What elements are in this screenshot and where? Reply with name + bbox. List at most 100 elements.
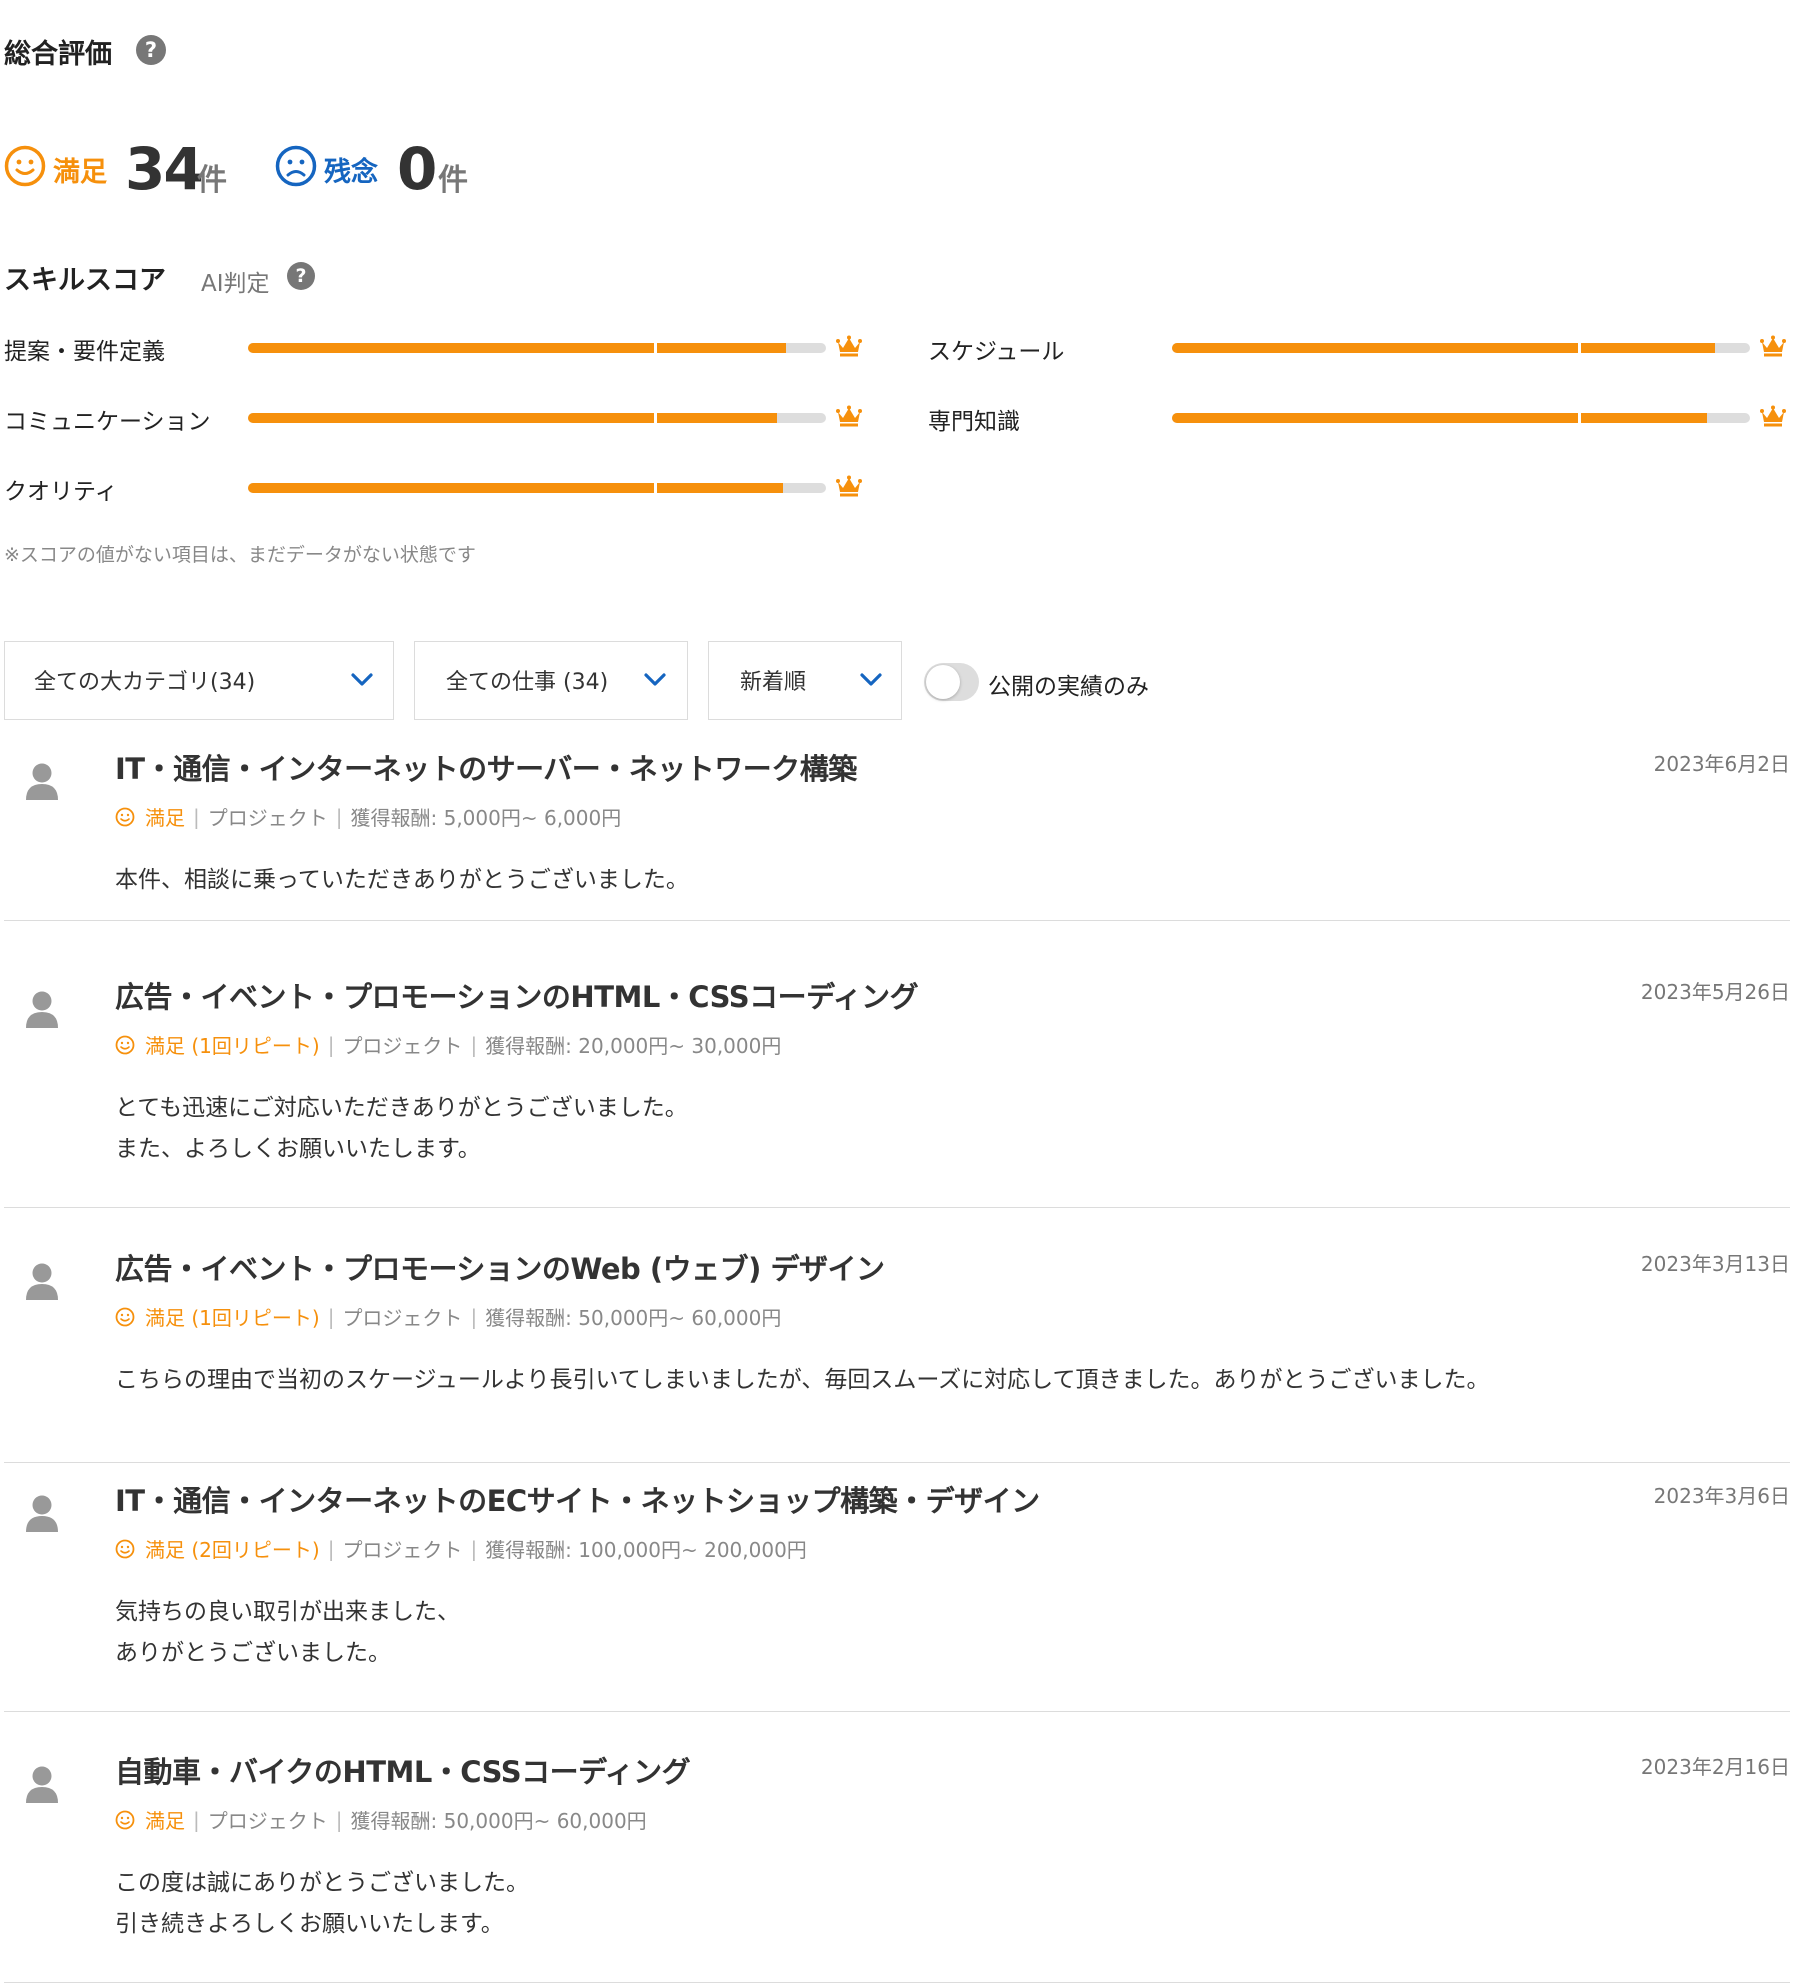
skill-score-marker xyxy=(654,481,657,495)
review-item: IT・通信・インターネットのECサイト・ネットショップ構築・デザイン 2023年3… xyxy=(4,1472,1790,1712)
crown-icon xyxy=(1760,405,1786,427)
overall-help-icon[interactable]: ? xyxy=(136,35,166,65)
separator: | xyxy=(327,1536,335,1561)
satisfied-unit: 件 xyxy=(197,163,227,198)
review-meta: 満足 (1回リピート) | プロジェクト | 獲得報酬: 20,000円~ 30,000… xyxy=(115,1030,781,1059)
review-divider xyxy=(4,1982,1790,1983)
separator: | xyxy=(470,1032,478,1057)
smile-icon xyxy=(115,1539,135,1558)
review-comment-line: 本件、相談に乗っていただきありがとうございました。 xyxy=(115,867,689,893)
review-comment: とても迅速にご対応いただきありがとうございました。 また、よろしくお願いいたします… xyxy=(115,1088,688,1170)
smile-icon xyxy=(4,145,46,187)
disappointed-label: 残念 xyxy=(324,157,378,188)
skill-note: ※スコアの値がない項目は、まだデータがない状態です xyxy=(4,544,476,566)
satisfied-label: 満足 xyxy=(53,157,107,188)
user-avatar-icon xyxy=(26,1495,58,1532)
review-reward: 獲得報酬: 50,000円~ 60,000円 xyxy=(350,1809,647,1833)
skill-help-icon[interactable]: ? xyxy=(287,262,315,290)
chevron-down-icon xyxy=(644,673,666,686)
skill-score-bar xyxy=(248,343,826,353)
review-item: 広告・イベント・プロモーションのHTML・CSSコーディング 2023年5月26日… xyxy=(4,968,1790,1208)
review-comment-line: この度は誠にありがとうございました。 xyxy=(115,1870,529,1896)
review-type: プロジェクト xyxy=(207,806,328,830)
review-rating: 満足 (2回リピート) xyxy=(145,1538,320,1562)
review-comment-line: こちらの理由で当初のスケージュールより長引いてしまいましたが、毎回スムーズに対応… xyxy=(115,1367,1490,1393)
review-divider xyxy=(4,1711,1790,1712)
review-rating: 満足 (1回リピート) xyxy=(145,1034,320,1058)
review-title[interactable]: 広告・イベント・プロモーションのWeb (ウェブ) デザイン xyxy=(115,1246,885,1288)
crown-icon xyxy=(836,335,862,357)
review-comment-line: とても迅速にご対応いただきありがとうございました。 xyxy=(115,1095,688,1121)
review-type: プロジェクト xyxy=(342,1538,463,1562)
review-date: 2023年2月16日 xyxy=(1640,1755,1790,1779)
review-item: 広告・イベント・プロモーションのWeb (ウェブ) デザイン 2023年3月13日… xyxy=(4,1240,1790,1463)
public-only-label: 公開の実績のみ xyxy=(988,674,1149,700)
crown-icon xyxy=(1760,335,1786,357)
review-divider xyxy=(4,1462,1790,1463)
review-comment-line: ありがとうございました。 xyxy=(115,1640,391,1666)
review-title[interactable]: IT・通信・インターネットのECサイト・ネットショップ構築・デザイン xyxy=(115,1478,1040,1520)
review-date: 2023年6月2日 xyxy=(1653,752,1790,776)
user-avatar-icon xyxy=(26,763,58,800)
sad-icon xyxy=(275,145,317,187)
skill-label: 提案・要件定義 xyxy=(4,339,165,365)
review-comment-line: 引き続きよろしくお願いいたします。 xyxy=(115,1911,504,1937)
review-date: 2023年3月6日 xyxy=(1653,1484,1790,1508)
review-reward: 獲得報酬: 100,000円~ 200,000円 xyxy=(485,1538,807,1562)
review-title[interactable]: 自動車・バイクのHTML・CSSコーディング xyxy=(115,1749,691,1791)
separator: | xyxy=(327,1032,335,1057)
skill-score-marker xyxy=(1578,341,1581,355)
review-comment-line: 気持ちの良い取引が出来ました、 xyxy=(115,1599,460,1625)
smile-icon xyxy=(115,807,135,826)
review-divider xyxy=(4,920,1790,921)
skill-score-bar xyxy=(248,413,826,423)
skill-label: 専門知識 xyxy=(928,409,1020,435)
overall-title: 総合評価 xyxy=(4,39,112,70)
crown-icon xyxy=(836,475,862,497)
skill-score-fill xyxy=(248,483,783,493)
user-avatar-icon xyxy=(26,1263,58,1300)
smile-icon xyxy=(115,1035,135,1054)
review-title[interactable]: 広告・イベント・プロモーションのHTML・CSSコーディング xyxy=(115,974,919,1016)
separator: | xyxy=(470,1536,478,1561)
public-only-toggle[interactable] xyxy=(924,663,979,701)
crown-icon xyxy=(836,405,862,427)
review-comment: こちらの理由で当初のスケージュールより長引いてしまいましたが、毎回スムーズに対応… xyxy=(115,1360,1489,1401)
category-select[interactable]: 全ての大カテゴリ(34) xyxy=(4,641,394,720)
user-avatar-icon xyxy=(26,991,58,1028)
review-item: 自動車・バイクのHTML・CSSコーディング 2023年2月16日 満足 | プロジェク… xyxy=(4,1743,1790,1983)
smile-icon xyxy=(115,1810,135,1829)
category-select-label: 全ての大カテゴリ(34) xyxy=(34,670,256,695)
review-type: プロジェクト xyxy=(342,1306,463,1330)
separator: | xyxy=(335,804,343,829)
skill-score-marker xyxy=(1578,411,1581,425)
separator: | xyxy=(327,1304,335,1329)
review-meta: 満足 | プロジェクト | 獲得報酬: 50,000円~ 60,000円 xyxy=(115,1805,647,1834)
review-type: プロジェクト xyxy=(342,1034,463,1058)
skill-label: スケジュール xyxy=(928,339,1065,365)
skill-score-marker xyxy=(654,341,657,355)
separator: | xyxy=(193,804,200,829)
chevron-down-icon xyxy=(351,673,373,686)
smile-icon xyxy=(115,1307,135,1326)
jobs-select[interactable]: 全ての仕事 (34) xyxy=(414,641,688,720)
review-divider xyxy=(4,1207,1790,1208)
skill-score-marker xyxy=(654,411,657,425)
skill-score-fill xyxy=(1172,343,1716,353)
review-meta: 満足 | プロジェクト | 獲得報酬: 5,000円~ 6,000円 xyxy=(115,802,621,831)
review-comment: この度は誠にありがとうございました。 引き続きよろしくお願いいたします。 xyxy=(115,1863,529,1945)
review-type: プロジェクト xyxy=(207,1809,328,1833)
review-meta: 満足 (2回リピート) | プロジェクト | 獲得報酬: 100,000円~ 200,0… xyxy=(115,1534,807,1563)
skill-title: スキルスコア xyxy=(4,265,166,296)
separator: | xyxy=(193,1807,200,1832)
sort-select[interactable]: 新着順 xyxy=(708,641,902,720)
review-title[interactable]: IT・通信・インターネットのサーバー・ネットワーク構築 xyxy=(115,746,857,788)
skill-score-fill xyxy=(248,413,777,423)
review-reward: 獲得報酬: 50,000円~ 60,000円 xyxy=(485,1306,782,1330)
review-meta: 満足 (1回リピート) | プロジェクト | 獲得報酬: 50,000円~ 60,000… xyxy=(115,1302,781,1331)
chevron-down-icon xyxy=(860,673,882,686)
review-comment: 気持ちの良い取引が出来ました、 ありがとうございました。 xyxy=(115,1592,460,1674)
review-date: 2023年3月13日 xyxy=(1640,1252,1790,1276)
skill-label: コミュニケーション xyxy=(4,409,211,435)
separator: | xyxy=(335,1807,343,1832)
